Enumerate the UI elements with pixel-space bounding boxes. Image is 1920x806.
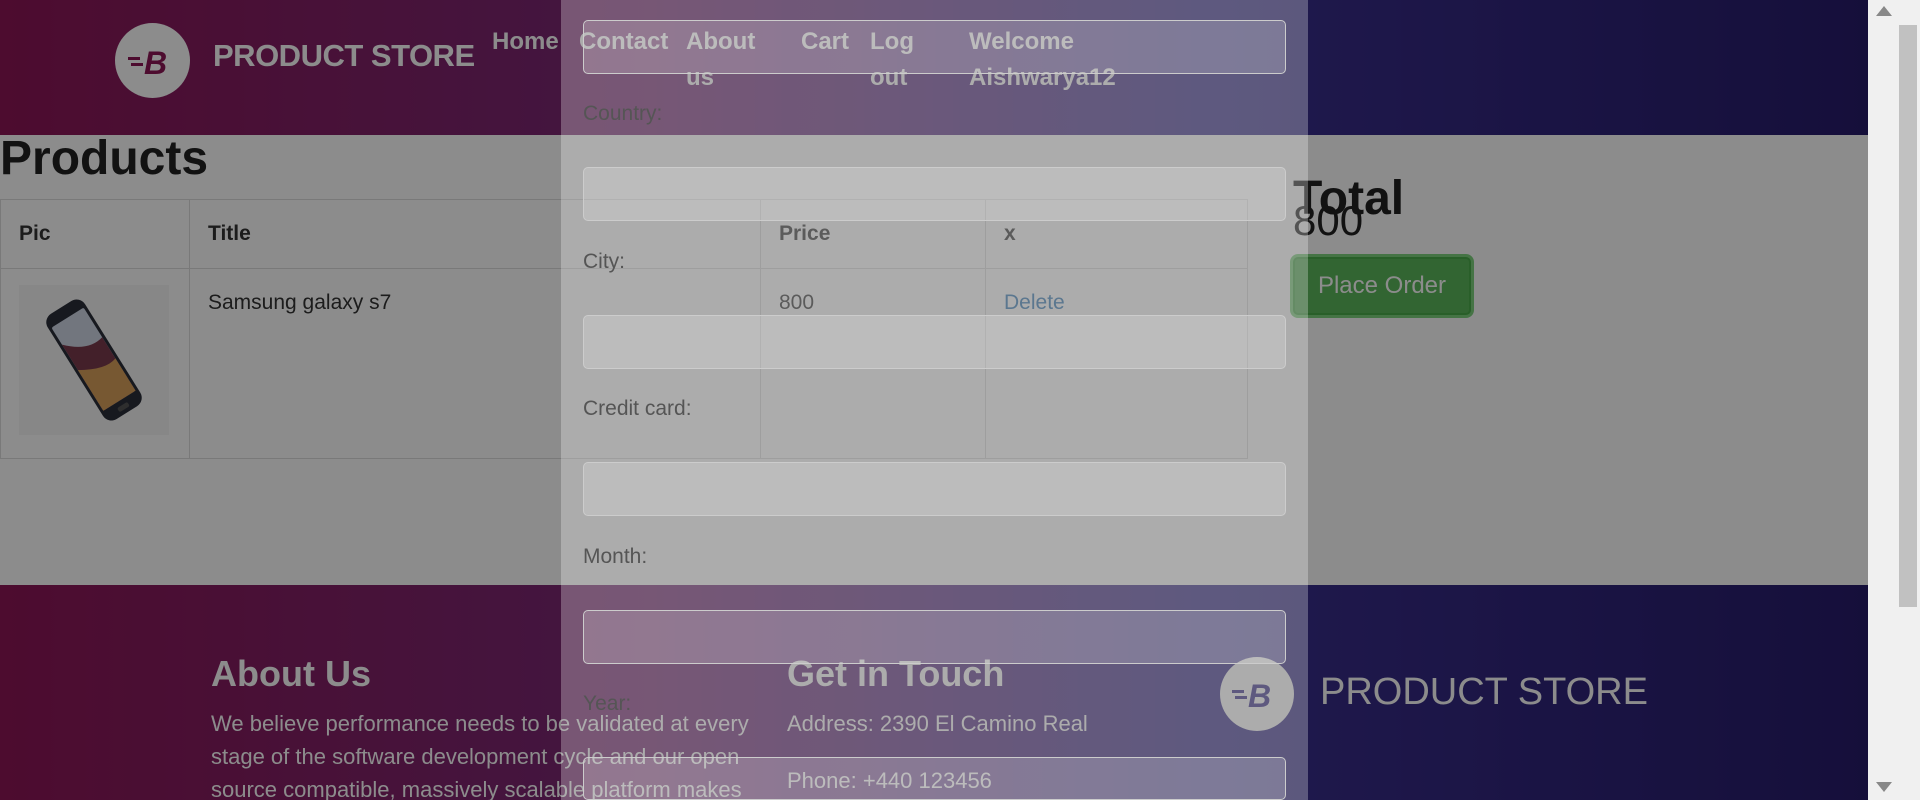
scroll-up-arrow-icon[interactable] bbox=[1876, 6, 1892, 16]
name-field[interactable] bbox=[583, 20, 1286, 74]
credit-card-label: Credit card: bbox=[583, 397, 692, 420]
country-field[interactable] bbox=[583, 167, 1286, 221]
city-label: City: bbox=[583, 250, 625, 273]
scroll-thumb[interactable] bbox=[1899, 25, 1917, 607]
country-label: Country: bbox=[583, 102, 663, 125]
scroll-down-arrow-icon[interactable] bbox=[1876, 782, 1892, 792]
month-field[interactable] bbox=[583, 610, 1286, 664]
city-field[interactable] bbox=[583, 315, 1286, 369]
year-label: Year: bbox=[583, 692, 632, 715]
year-field[interactable] bbox=[583, 757, 1286, 800]
credit-card-field[interactable] bbox=[583, 462, 1286, 516]
month-label: Month: bbox=[583, 545, 648, 568]
